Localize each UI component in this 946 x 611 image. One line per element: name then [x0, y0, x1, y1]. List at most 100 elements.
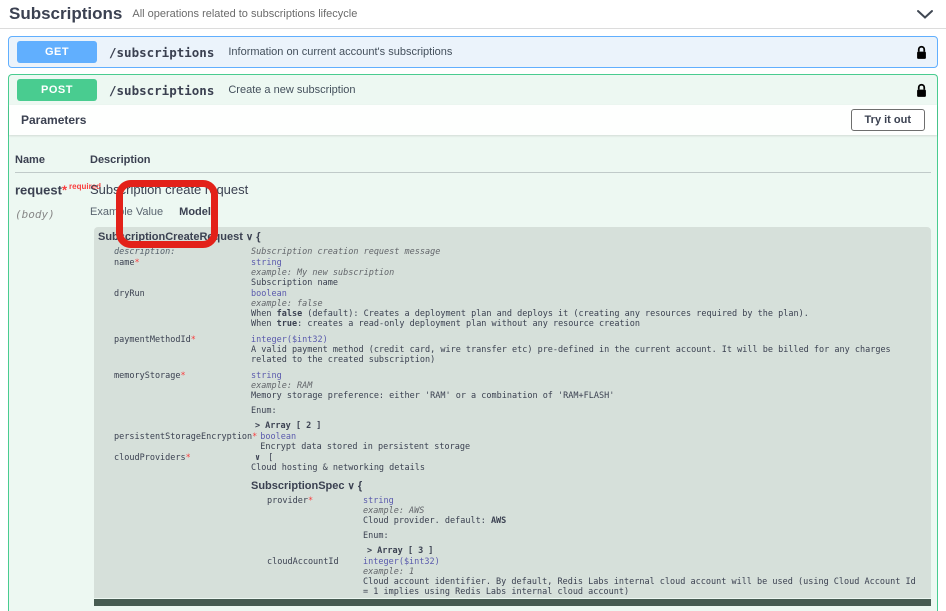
parameter-description-cell: Subscription create request Example Valu… [90, 182, 931, 606]
model-title-text: SubscriptionCreateRequest [98, 231, 243, 243]
parameter-description: Subscription create request [90, 182, 931, 197]
model-desc-line: Cloud hosting & networking details [251, 463, 923, 473]
model-desc-line: A valid payment method (credit card, wir… [251, 345, 923, 365]
property-name: memoryStorage* [114, 371, 248, 381]
property-name: paymentMethodId* [114, 335, 248, 345]
property-name: cloudProviders* [114, 453, 248, 463]
required-star: * [134, 258, 139, 268]
property-value: integer($int32)example: 1Cloud account i… [363, 557, 923, 597]
model-property-row: memoryStorage*stringexample: RAMMemory s… [114, 371, 923, 431]
parameter-row-request: request*required (body) Subscription cre… [15, 173, 931, 606]
required-star: * [252, 432, 257, 442]
model-example-line: example: AWS [363, 506, 923, 516]
endpoint-summary: Create a new subscription [228, 84, 355, 96]
column-header-description: Description [90, 154, 931, 166]
property-name: provider* [267, 496, 360, 506]
model-title-SubscriptionSpec[interactable]: SubscriptionSpec∨{ [251, 480, 923, 493]
model-type-line: string [363, 496, 923, 506]
required-star: * [181, 371, 186, 381]
property-value: stringexample: RAMMemory storage prefere… [251, 371, 923, 431]
model-type-line: string [251, 371, 923, 381]
model-array-toggle[interactable]: >Array [ 2 ] [251, 421, 923, 431]
tab-model[interactable]: Model [179, 206, 211, 218]
model-example-line: example: My new subscription [251, 268, 923, 278]
model-array-toggle[interactable]: >Array [ 3 ] [363, 546, 923, 556]
model-type-line: string [251, 258, 923, 268]
parameters-table-header: Name Description [15, 135, 931, 173]
property-value: Subscription creation request message [251, 247, 923, 257]
model-desc-line: Cloud account identifier. By default, Re… [363, 577, 923, 597]
model-property-row: dryRunbooleanexample: falseWhen false (d… [114, 289, 923, 334]
model-property-row: provider*stringexample: AWSCloud provide… [267, 496, 923, 556]
model-property-row: cloudProviders*∨ [Cloud hosting & networ… [114, 453, 923, 598]
model-array-open-toggle[interactable]: ∨ [ [251, 453, 923, 463]
model-property-row: persistentStorageEncryption*booleanEncry… [114, 432, 923, 452]
tag-title: Subscriptions [9, 4, 122, 24]
model-type-line: integer($int32) [251, 335, 923, 345]
property-value: integer($int32)A valid payment method (c… [251, 335, 923, 370]
model-box: SubscriptionCreateRequest∨{description:S… [94, 227, 931, 598]
chevron-right-icon: > [367, 546, 372, 556]
opblock-summary-get[interactable]: GET /subscriptions Information on curren… [9, 37, 937, 67]
parameter-name-cell: request*required (body) [15, 182, 90, 606]
chevron-down-icon[interactable] [916, 9, 934, 20]
model-gap-line [251, 329, 923, 334]
tag-header-subscriptions[interactable]: Subscriptions All operations related to … [0, 0, 946, 29]
open-brace: { [256, 231, 260, 243]
open-brace: { [358, 480, 362, 492]
chevron-down-icon: ∨ [255, 453, 260, 463]
nested-model: SubscriptionSpec∨{provider*stringexample… [251, 480, 923, 597]
parameter-location: (body) [15, 208, 90, 221]
property-name: description: [114, 247, 248, 257]
method-badge-get: GET [17, 41, 97, 63]
tag-subtitle: All operations related to subscriptions … [132, 8, 357, 20]
endpoint-summary: Information on current account's subscri… [228, 46, 452, 58]
property-value: booleanEncrypt data stored in persistent… [260, 432, 923, 452]
property-value: booleanexample: falseWhen false (default… [251, 289, 923, 334]
parameters-body: Name Description request*required (body)… [9, 135, 937, 606]
opblock-post-subscriptions: POST /subscriptions Create a new subscri… [8, 74, 938, 611]
model-tabs: Example Value Model [90, 206, 931, 218]
property-value: stringexample: AWSCloud provider. defaul… [363, 496, 923, 556]
column-header-name: Name [15, 154, 90, 166]
endpoint-path: /subscriptions [109, 83, 214, 98]
tab-example-value[interactable]: Example Value [90, 206, 163, 218]
lock-icon [916, 83, 927, 98]
model-example-line: example: 1 [363, 567, 923, 577]
model-desc-line: Memory storage preference: either 'RAM' … [251, 391, 923, 401]
model-desc-line: When true: creates a read-only deploymen… [251, 319, 923, 329]
model-type-line: boolean [260, 432, 923, 442]
parameters-section-header: Parameters Try it out [9, 105, 937, 135]
parameters-header-label: Parameters [21, 113, 86, 127]
property-name: name* [114, 258, 248, 268]
model-desc-line: Subscription name [251, 278, 923, 288]
required-star: * [191, 335, 196, 345]
model-property-row: paymentMethodId*integer($int32)A valid p… [114, 335, 923, 370]
opblock-summary-post[interactable]: POST /subscriptions Create a new subscri… [9, 75, 937, 105]
required-star: * [186, 453, 191, 463]
model-example-line: example: RAM [251, 381, 923, 391]
model-bottom-bar [94, 599, 931, 606]
model-enum-line: Enum: [251, 406, 923, 416]
model-properties: provider*stringexample: AWSCloud provide… [267, 496, 923, 597]
parameter-name: request*required [15, 182, 90, 197]
auth-lock-button[interactable] [914, 81, 929, 100]
model-properties: description:Subscription creation reques… [114, 247, 923, 598]
auth-lock-button[interactable] [914, 43, 929, 62]
chevron-down-icon: ∨ [246, 232, 253, 243]
property-name: dryRun [114, 289, 248, 299]
model-type-line: integer($int32) [363, 557, 923, 567]
swagger-ui-page: Subscriptions All operations related to … [0, 0, 946, 611]
model-title-SubscriptionCreateRequest[interactable]: SubscriptionCreateRequest∨{ [98, 231, 923, 244]
model-type-line: boolean [251, 289, 923, 299]
chevron-right-icon: > [255, 421, 260, 431]
model-desc-line: When false (default): Creates a deployme… [251, 309, 923, 319]
property-name: cloudAccountId [267, 557, 360, 567]
property-value: ∨ [Cloud hosting & networking details Sub… [251, 453, 923, 598]
property-value: stringexample: My new subscriptionSubscr… [251, 258, 923, 288]
model-desc-line: Encrypt data stored in persistent storag… [260, 442, 923, 452]
model-example-line: Subscription creation request message [251, 247, 923, 257]
try-it-out-button[interactable]: Try it out [851, 109, 925, 131]
lock-icon [916, 45, 927, 60]
model-property-row: description:Subscription creation reques… [114, 247, 923, 257]
